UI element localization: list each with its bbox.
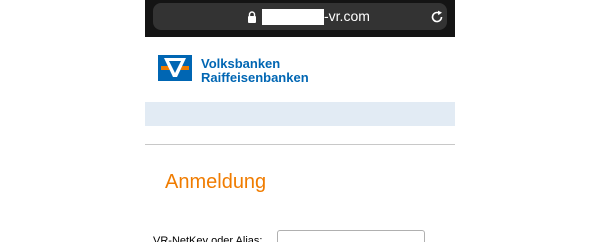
brand-name-line1: Volksbanken	[201, 56, 281, 71]
navigation-band	[145, 102, 455, 126]
redacted-domain	[262, 9, 324, 25]
volksbank-logo-icon	[158, 55, 192, 81]
reload-icon[interactable]	[430, 10, 444, 24]
divider	[145, 144, 455, 145]
url-text: -vr.com	[324, 8, 370, 24]
netkey-label: VR-NetKey oder Alias:	[153, 235, 263, 242]
url-field[interactable]: -vr.com	[153, 3, 447, 30]
browser-address-bar: -vr.com	[145, 0, 455, 37]
page-title: Anmeldung	[165, 171, 267, 193]
phone-screen: -vr.com Volksbanken Raiffeisenbanken Anm…	[145, 0, 455, 242]
netkey-input[interactable]	[277, 230, 425, 242]
lock-icon	[248, 11, 256, 23]
brand-name-line2: Raiffeisenbanken	[201, 70, 309, 85]
